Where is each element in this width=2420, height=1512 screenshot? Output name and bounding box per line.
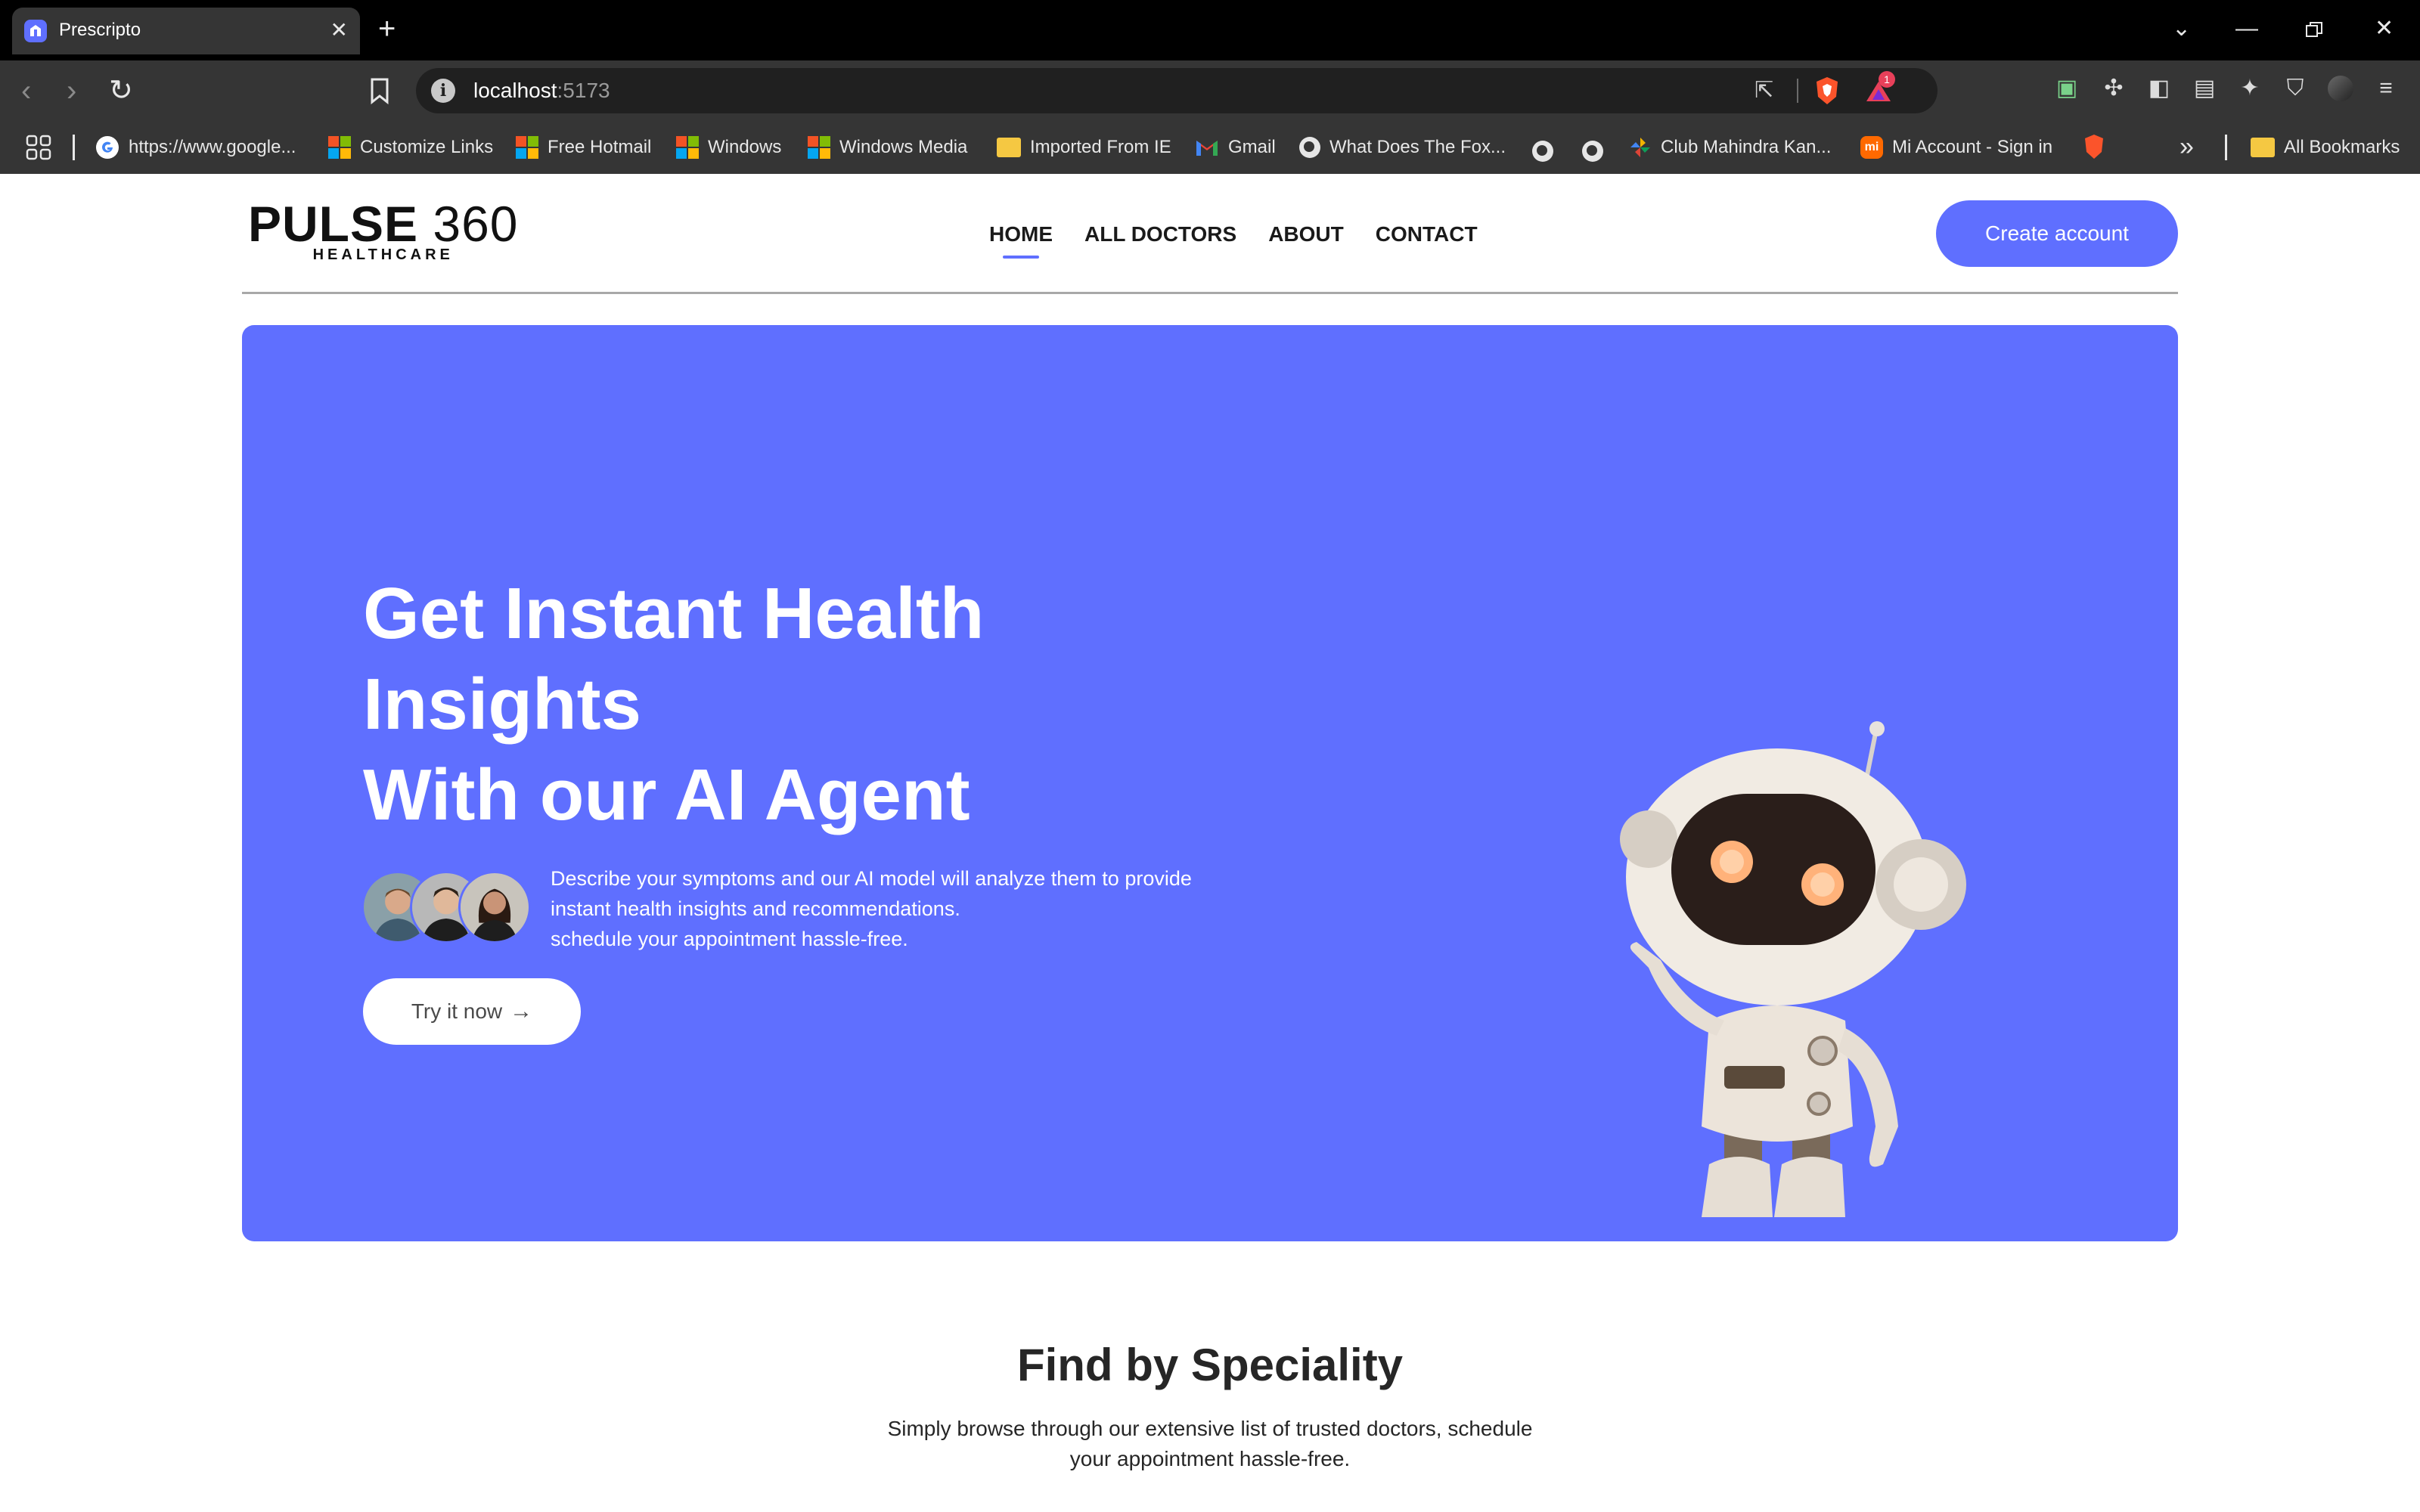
- windows-icon: [808, 136, 830, 159]
- nav-contact[interactable]: CONTACT: [1376, 219, 1478, 249]
- omnibox-divider: [1797, 79, 1798, 103]
- tab-search-chevron-icon[interactable]: ⌄: [2172, 12, 2191, 45]
- apps-grid-icon[interactable]: [26, 135, 51, 160]
- windows-icon: [516, 136, 538, 159]
- hero-title: Get Instant Health Insights With our AI …: [363, 573, 985, 835]
- globe-icon: [1299, 137, 1320, 158]
- bookmark-club-mahindra[interactable]: Club Mahindra Kan...: [1629, 132, 1831, 163]
- pulse360-logo[interactable]: PULSE 360 HEALTHCARE: [248, 197, 519, 264]
- bookmarks-divider: [2225, 135, 2227, 160]
- bookmark-mi-account[interactable]: mi Mi Account - Sign in: [1860, 132, 2052, 163]
- extension-recorder-icon[interactable]: ▣: [2054, 76, 2080, 101]
- bookmarks-bar: https://www.google... Customize Links Fr…: [0, 121, 2420, 174]
- pinwheel-icon: [1630, 138, 1650, 157]
- address-bar[interactable]: i localhost:5173 ⇱ 1: [416, 68, 1938, 113]
- nav-all-doctors[interactable]: ALL DOCTORS: [1084, 219, 1236, 249]
- try-it-now-button[interactable]: Try it now →: [363, 978, 581, 1045]
- bookmark-globe-icon[interactable]: [1532, 141, 1553, 162]
- arrow-right-icon: →: [510, 999, 533, 1024]
- bookmark-windows-media[interactable]: Windows Media: [808, 132, 967, 163]
- speciality-title: Find by Speciality: [1016, 1340, 1404, 1390]
- gmail-icon: [1196, 141, 1218, 156]
- create-account-button[interactable]: Create account: [1936, 200, 2178, 267]
- bookmark-what-does-the-fox[interactable]: What Does The Fox...: [1299, 132, 1506, 163]
- windows-icon: [328, 136, 351, 159]
- wallet-icon[interactable]: ▤: [2192, 76, 2217, 101]
- bookmark-page-icon[interactable]: [369, 77, 390, 104]
- nav-about[interactable]: ABOUT: [1268, 219, 1344, 249]
- bookmark-gmail[interactable]: Gmail: [1195, 132, 1276, 163]
- prescripto-favicon-icon: [24, 20, 47, 42]
- bookmark-customize-links[interactable]: Customize Links: [328, 132, 493, 163]
- profile-avatar[interactable]: [2328, 76, 2353, 101]
- bookmark-imported-from-ie[interactable]: Imported From IE: [997, 132, 1171, 163]
- extensions-puzzle-icon[interactable]: ✣: [2101, 76, 2127, 101]
- more-bookmarks-chevron-icon[interactable]: »: [2180, 133, 2194, 160]
- reload-icon[interactable]: ↻: [109, 74, 133, 107]
- folder-icon: [997, 138, 1021, 157]
- rewards-badge: 1: [1879, 71, 1895, 88]
- bookmark-globe-icon[interactable]: [1582, 141, 1603, 162]
- new-tab-button[interactable]: +: [378, 14, 396, 44]
- windows-icon: [676, 136, 699, 159]
- logo-text: PULSE 360: [248, 196, 519, 252]
- tab-close-icon[interactable]: ✕: [330, 18, 348, 42]
- tab-title: Prescripto: [59, 20, 141, 40]
- share-icon[interactable]: ⇱: [1754, 77, 1773, 104]
- browser-toolbar: ‹ › ↻ i localhost:5173 ⇱ 1 ▣ ✣ ◧ ▤ ✦ ⛉ ≡: [0, 60, 2420, 121]
- browser-tab[interactable]: Prescripto ✕: [12, 8, 360, 54]
- close-window-icon[interactable]: ✕: [2375, 12, 2394, 45]
- doctor-avatars-group: [361, 871, 535, 947]
- hero-banner: Get Instant Health Insights With our AI …: [242, 325, 2178, 1241]
- back-icon[interactable]: ‹: [21, 74, 31, 107]
- menu-icon[interactable]: ≡: [2373, 76, 2399, 101]
- minimize-icon[interactable]: —: [2235, 12, 2258, 45]
- avatar: [458, 871, 531, 943]
- url-text[interactable]: localhost:5173: [473, 77, 610, 104]
- brave-bookmark-icon[interactable]: [2083, 133, 2105, 160]
- bookmarks-divider: [73, 135, 75, 160]
- nav-home[interactable]: HOME: [989, 219, 1053, 259]
- ai-robot-illustration: [1620, 721, 1966, 1217]
- main-nav: HOME ALL DOCTORS ABOUT CONTACT: [989, 219, 1478, 259]
- restore-icon[interactable]: [2305, 21, 2323, 39]
- hero-description: Describe your symptoms and our AI model …: [551, 867, 1192, 950]
- forward-icon[interactable]: ›: [67, 74, 76, 107]
- browser-tab-bar: Prescripto ✕ + ⌄ — ✕: [0, 0, 2420, 60]
- leo-ai-icon[interactable]: ✦: [2237, 76, 2263, 101]
- all-bookmarks[interactable]: All Bookmarks: [2251, 132, 2400, 163]
- folder-icon: [2251, 138, 2275, 157]
- bookmark-free-hotmail[interactable]: Free Hotmail: [516, 132, 651, 163]
- google-icon: [96, 136, 119, 159]
- site-info-icon[interactable]: i: [431, 79, 455, 103]
- web-page: PULSE 360 HEALTHCARE HOME ALL DOCTORS AB…: [0, 174, 2420, 1512]
- bookmark-google[interactable]: https://www.google...: [95, 132, 296, 163]
- vpn-shield-icon[interactable]: ⛉: [2282, 76, 2308, 101]
- header-divider: [242, 292, 2178, 294]
- mi-icon: mi: [1860, 136, 1883, 159]
- brave-shield-icon[interactable]: [1813, 76, 1841, 106]
- speciality-description: Simply browse through our extensive list…: [887, 1417, 1533, 1470]
- sidebar-icon[interactable]: ◧: [2146, 76, 2172, 101]
- bookmark-windows[interactable]: Windows: [676, 132, 781, 163]
